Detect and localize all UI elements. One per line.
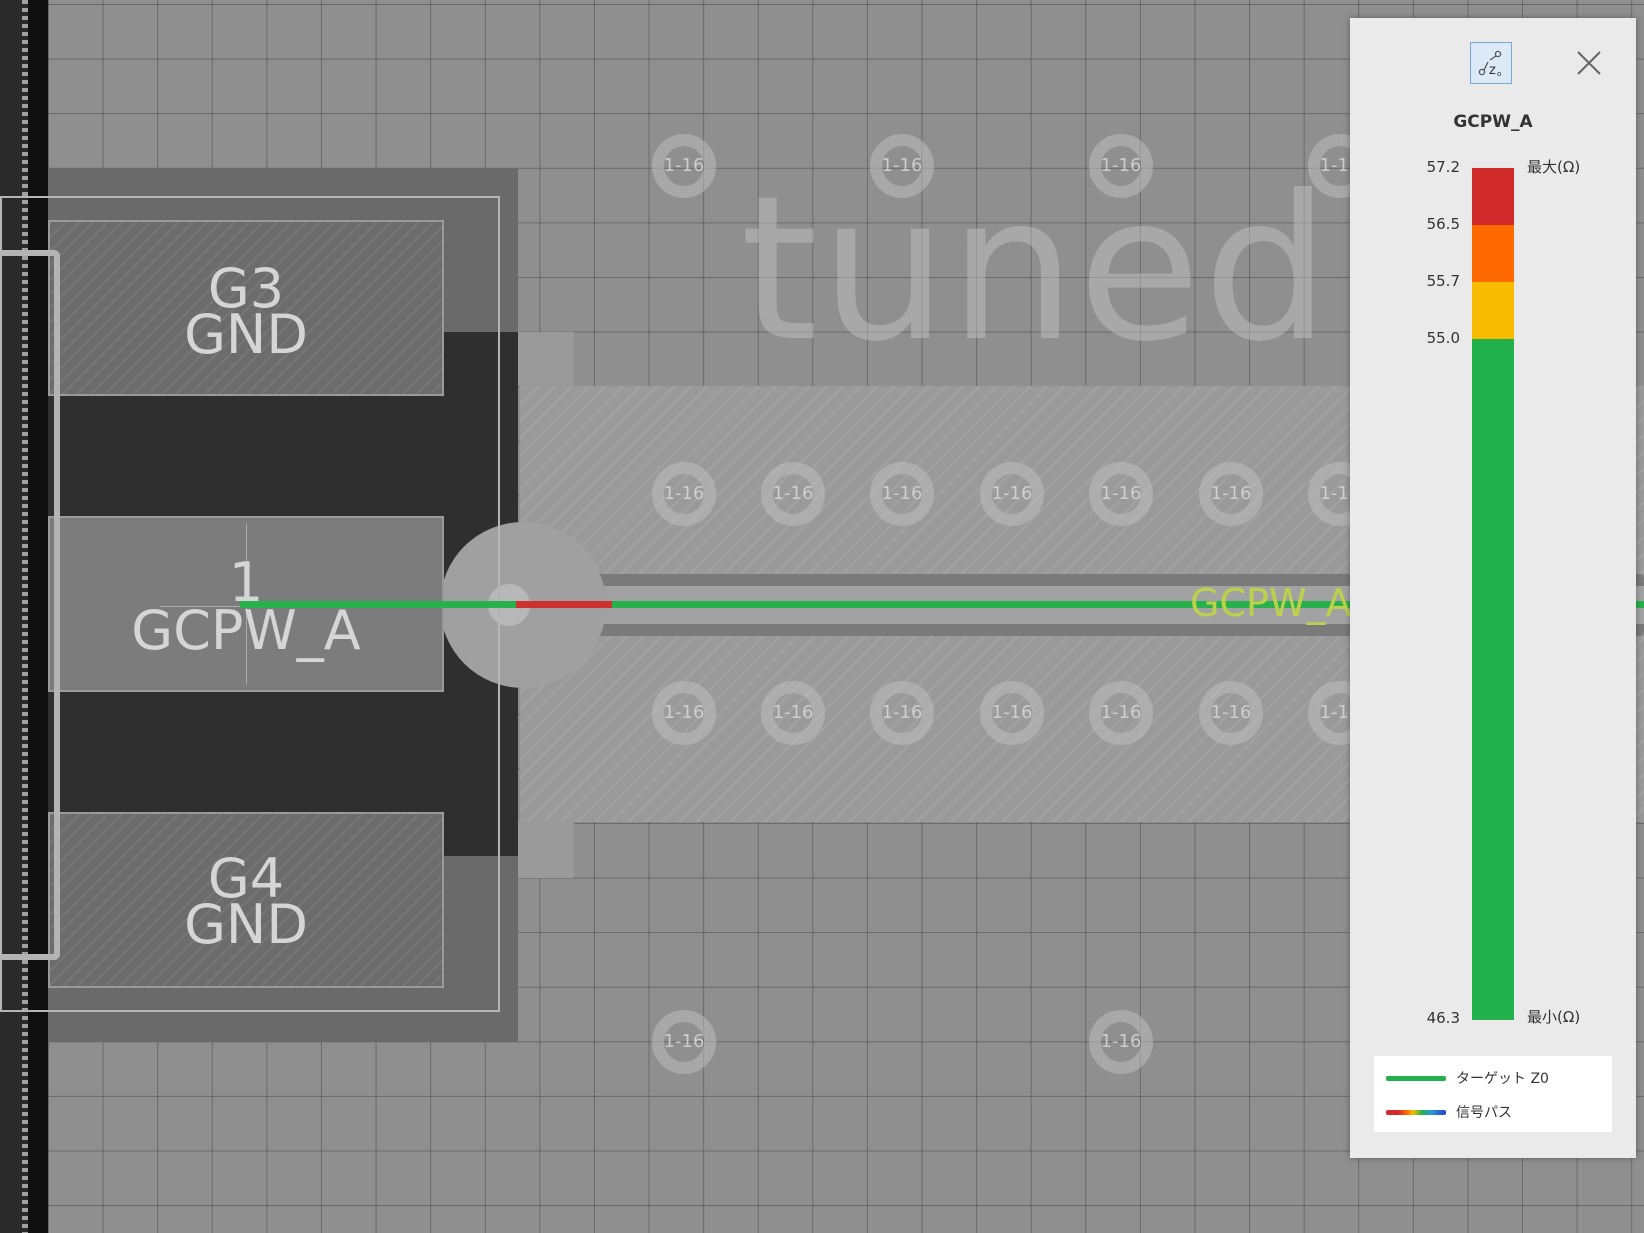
via-label: 1-16 <box>1210 702 1252 723</box>
via-label: 1-16 <box>1100 1031 1142 1052</box>
legend-item-signal-path: 信号パス <box>1386 1102 1512 1122</box>
connector-bracket <box>0 250 60 960</box>
legend-label: 信号パス <box>1456 1105 1512 1121</box>
tick-56-5: 56.5 <box>1426 215 1460 233</box>
via-label: 1-16 <box>663 702 705 723</box>
via-label: 1-16 <box>663 483 705 504</box>
via-label: 1-16 <box>881 702 923 723</box>
tick-55-7: 55.7 <box>1426 272 1460 290</box>
scale-yellow-segment <box>1472 282 1514 339</box>
trace-net-label: GCPW_A <box>1190 581 1352 625</box>
impedance-zo-icon: z o <box>1478 50 1501 78</box>
via-label: 1-16 <box>881 155 923 176</box>
via-label: 1-16 <box>991 483 1033 504</box>
scale-red-segment <box>1472 168 1514 225</box>
via-label: 1-16 <box>1100 483 1142 504</box>
via-label: 1-16 <box>1210 483 1252 504</box>
scale-orange-segment <box>1472 225 1514 282</box>
net-title: GCPW_A <box>1453 112 1533 132</box>
svg-text:o: o <box>1497 70 1501 78</box>
tick-46-3: 46.3 <box>1426 1009 1460 1027</box>
signal-trace-out-of-range[interactable] <box>516 601 612 608</box>
via-label: 1-16 <box>772 702 814 723</box>
min-label: 最小(Ω) <box>1527 1008 1581 1026</box>
via-label: 1-16 <box>1100 155 1142 176</box>
scale-green-segment <box>1472 339 1514 1020</box>
via-label: 1-16 <box>663 1031 705 1052</box>
legend-item-target-z0: ターゲット Z0 <box>1386 1068 1549 1088</box>
legend-label: ターゲット Z0 <box>1456 1071 1549 1087</box>
svg-text:z: z <box>1489 63 1496 78</box>
tuned-watermark: tuned <box>740 153 1332 386</box>
tick-57-2: 57.2 <box>1426 158 1460 176</box>
signal-trace-pad[interactable] <box>240 601 516 608</box>
via-label: 1-16 <box>1100 702 1142 723</box>
target-z0-swatch <box>1386 1075 1446 1081</box>
impedance-scale-bar <box>1472 168 1514 1020</box>
impedance-zo-button[interactable]: z o <box>1470 42 1512 84</box>
via-label: 1-16 <box>663 155 705 176</box>
max-label: 最大(Ω) <box>1527 158 1581 176</box>
via-label: 1-16 <box>772 483 814 504</box>
via-label: 1-16 <box>881 483 923 504</box>
close-icon <box>1577 51 1601 75</box>
impedance-panel: z o GCPW_A 57.2 56.5 55.7 55.0 46.3 最大(Ω… <box>1350 18 1636 1158</box>
via-label: 1-16 <box>991 702 1033 723</box>
tick-55-0: 55.0 <box>1426 329 1460 347</box>
signal-path-swatch <box>1386 1109 1446 1115</box>
legend: ターゲット Z0 信号パス <box>1374 1056 1612 1132</box>
close-button[interactable] <box>1574 48 1604 78</box>
